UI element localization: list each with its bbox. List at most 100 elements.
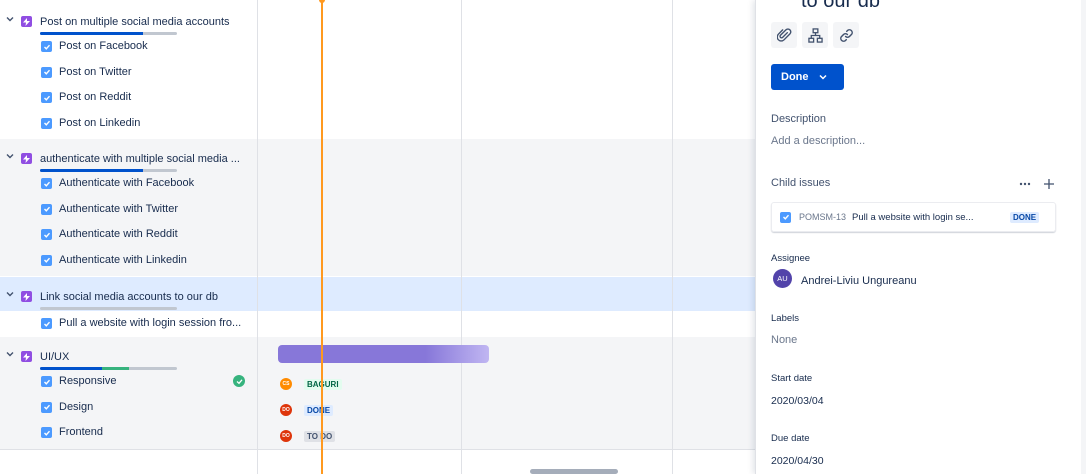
start-date-label: Start date [771, 373, 813, 384]
more-icon[interactable] [1018, 177, 1032, 191]
child-issue-title[interactable]: Post on Facebook [59, 40, 249, 52]
task-checkbox-icon [41, 229, 52, 241]
epic-children: Pull a website with login session fro... [0, 311, 257, 337]
link-issue-button[interactable] [833, 22, 859, 48]
epic-row[interactable]: authenticate with multiple social media … [0, 141, 257, 172]
hierarchy-icon [807, 27, 823, 43]
epic-row[interactable]: Link social media accounts to our db [0, 279, 257, 310]
epic-icon [21, 16, 32, 27]
child-issue-title[interactable]: Post on Linkedin [59, 117, 249, 129]
list-item[interactable]: Authenticate with Facebook [0, 171, 257, 197]
epic-roadmap-bar[interactable] [278, 345, 489, 363]
timeline-status-item[interactable]: DO TO DO [280, 429, 336, 443]
description-field[interactable]: Add a description... [771, 135, 865, 147]
due-date-field[interactable]: 2020/04/30 [771, 455, 824, 467]
check-circle-icon [233, 375, 245, 387]
epic-title[interactable]: UI/UX [40, 351, 250, 363]
due-date-label: Due date [771, 433, 810, 444]
child-issue-card[interactable]: POMSM-13 Pull a website with login se...… [771, 202, 1056, 232]
status-button-label: Done [781, 71, 809, 83]
epic-icon [21, 351, 32, 362]
chevron-down-icon[interactable] [6, 350, 14, 358]
list-item[interactable]: Authenticate with Linkedin [0, 248, 257, 274]
issue-list: Post on multiple social media accounts P… [0, 0, 258, 474]
epic-group: Post on multiple social media accounts P… [0, 4, 257, 139]
epic-group-selected: Link social media accounts to our db [0, 277, 257, 311]
task-checkbox-icon [41, 401, 52, 413]
chevron-down-icon[interactable] [6, 15, 14, 23]
list-item[interactable]: Post on Reddit [0, 85, 257, 111]
progress-bar [40, 307, 177, 310]
description-label: Description [771, 113, 827, 125]
epic-icon [21, 153, 32, 164]
avatar: DO [280, 404, 292, 416]
epic-group: authenticate with multiple social media … [0, 139, 257, 276]
status-dropdown-button[interactable]: Done [771, 64, 844, 90]
task-checkbox-icon [41, 92, 52, 104]
epic-icon [21, 291, 32, 302]
month-gridline [672, 0, 673, 474]
child-issue-title[interactable]: Pull a website with login session fro... [59, 317, 249, 329]
child-issue-title[interactable]: Post on Reddit [59, 91, 249, 103]
task-checkbox-icon [780, 211, 791, 223]
epic-row[interactable]: Post on multiple social media accounts [0, 4, 257, 35]
horizontal-scrollbar[interactable] [530, 469, 618, 474]
task-checkbox-icon [41, 203, 52, 215]
epic-title[interactable]: Post on multiple social media accounts [40, 16, 250, 28]
list-item[interactable]: Frontend [0, 420, 257, 446]
attach-button[interactable] [771, 22, 797, 48]
list-item[interactable]: Authenticate with Reddit [0, 222, 257, 248]
plus-icon[interactable] [1042, 177, 1056, 191]
child-issue-title[interactable]: Authenticate with Twitter [59, 203, 249, 215]
chevron-down-icon[interactable] [6, 152, 14, 160]
timeline-status-item[interactable]: CS BAGURI [280, 377, 342, 391]
task-checkbox-icon [41, 178, 52, 189]
child-issues-label: Child issues [771, 177, 831, 189]
today-marker-dot [319, 0, 325, 3]
roadmap-view: Post on multiple social media accounts P… [0, 0, 1086, 474]
list-item[interactable]: Authenticate with Twitter [0, 197, 257, 223]
child-issue-summary[interactable]: Pull a website with login se... [852, 212, 1000, 223]
avatar: AU [773, 269, 792, 288]
timeline-status-item[interactable]: DO DONE [280, 403, 334, 417]
epic-title[interactable]: Link social media accounts to our db [40, 291, 250, 303]
today-marker-line [321, 0, 323, 474]
vertical-scrollbar[interactable] [1081, 0, 1086, 474]
epic-group: UI/UX Responsive Design Frontend [0, 337, 257, 449]
list-item[interactable]: Design [0, 395, 257, 421]
child-issue-title[interactable]: Authenticate with Reddit [59, 228, 249, 240]
child-issue-title[interactable]: Responsive [59, 375, 249, 387]
status-lozenge: DONE [304, 404, 334, 416]
paperclip-icon [776, 27, 791, 42]
list-item[interactable]: Pull a website with login session fro... [0, 311, 257, 337]
task-checkbox-icon [41, 376, 52, 387]
list-item[interactable]: Post on Linkedin [0, 111, 257, 137]
status-lozenge: TO DO [304, 430, 336, 442]
start-date-field[interactable]: 2020/03/04 [771, 395, 824, 407]
child-issue-title[interactable]: Authenticate with Facebook [59, 177, 249, 189]
epic-title[interactable]: authenticate with multiple social media … [40, 153, 250, 165]
child-issue-button[interactable] [802, 22, 828, 48]
child-issue-title[interactable]: Design [59, 401, 249, 413]
status-lozenge: DONE [1010, 211, 1040, 223]
assignee-field[interactable]: Andrei-Liviu Ungureanu [801, 275, 917, 287]
issue-title[interactable]: to our db [801, 0, 880, 13]
avatar: CS [280, 378, 292, 390]
task-checkbox-icon [41, 427, 52, 439]
child-issue-title[interactable]: Frontend [59, 426, 249, 438]
epic-row[interactable]: UI/UX [0, 339, 257, 370]
child-issue-title[interactable]: Post on Twitter [59, 66, 249, 78]
list-item[interactable]: Responsive [0, 369, 257, 395]
task-checkbox-icon [41, 117, 52, 129]
timeline-row-band-selected [258, 277, 755, 311]
month-gridline [461, 0, 462, 474]
issue-detail-panel: to our db Done Description Add a descrip… [755, 0, 1086, 474]
list-item[interactable]: Post on Twitter [0, 60, 257, 86]
timeline-grid: CS BAGURI DO DONE DO TO DO [258, 0, 755, 474]
timeline-row-band [258, 139, 755, 276]
list-item[interactable]: Post on Facebook [0, 34, 257, 60]
issue-key[interactable]: POMSM-13 [799, 212, 846, 222]
labels-field[interactable]: None [771, 334, 797, 346]
child-issue-title[interactable]: Authenticate with Linkedin [59, 254, 249, 266]
chevron-down-icon[interactable] [6, 290, 14, 298]
